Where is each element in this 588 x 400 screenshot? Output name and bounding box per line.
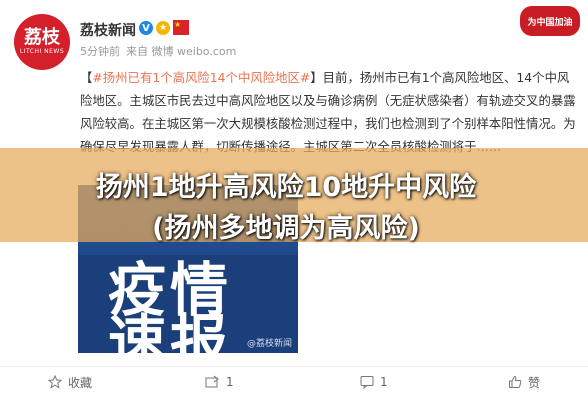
post-time[interactable]: 5分钟前	[80, 45, 120, 58]
favorite-label: 收藏	[68, 375, 93, 390]
thumbs-up-icon	[509, 375, 522, 388]
image-title-line2: 速报	[108, 308, 233, 353]
comment-count: 1	[380, 375, 388, 389]
hashtag-bracket-open: 【	[80, 70, 93, 85]
favorite-icon	[48, 375, 62, 389]
overlay-headline: 扬州1地升高风险10地升中风险	[95, 172, 477, 203]
comment-button[interactable]: 1	[360, 373, 388, 391]
username[interactable]: 荔枝新闻	[80, 20, 136, 40]
post-source[interactable]: 来自 微博 weibo.com	[126, 45, 236, 58]
action-divider	[0, 366, 588, 367]
repost-icon	[205, 375, 219, 388]
post-text: 【#扬州已有1个高风险14个中风险地区#】目前，扬州市已有1个高风险地区、14个…	[80, 66, 580, 158]
flag-icon: ★	[173, 20, 189, 35]
repost-button[interactable]: 1	[205, 373, 234, 391]
verified-icon: V	[139, 21, 153, 35]
image-watermark: @荔枝新闻	[246, 339, 292, 349]
star-badge-icon: ★	[156, 21, 170, 35]
post-meta: 5分钟前 来自 微博 weibo.com	[80, 43, 242, 59]
comment-icon	[360, 376, 374, 389]
avatar[interactable]: 荔枝 LITCHI NEWS	[14, 14, 70, 70]
avatar-logo-text: 荔枝	[24, 27, 60, 48]
like-button[interactable]: 赞	[508, 373, 540, 391]
corner-logo: 为中国加油	[520, 6, 580, 36]
like-label: 赞	[528, 375, 541, 390]
avatar-logo-subtext: LITCHI NEWS	[19, 48, 65, 55]
favorite-button[interactable]: 收藏	[48, 373, 92, 391]
hashtag-link[interactable]: #扬州已有1个高风险14个中风险地区#	[92, 70, 310, 85]
overlay-subheadline: (扬州多地调为高风险)	[152, 213, 420, 244]
hashtag-bracket-close: 】	[310, 70, 323, 85]
repost-count: 1	[226, 375, 234, 389]
